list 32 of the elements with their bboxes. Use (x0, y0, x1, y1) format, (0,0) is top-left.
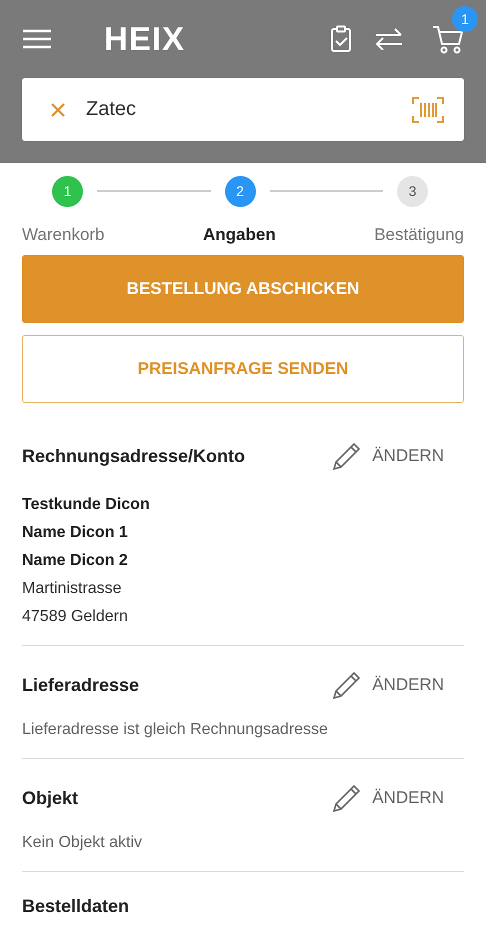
address-line: Martinistrasse (22, 579, 123, 599)
clipboard-check-icon[interactable] (330, 25, 352, 53)
pencil-icon[interactable] (332, 670, 362, 700)
edit-link[interactable]: ÄNDERN (372, 446, 444, 466)
address-line: 47589 Geldern (22, 607, 129, 627)
address-line: Name Dicon 2 (22, 551, 129, 571)
step-number: 1 (52, 176, 83, 206)
address-line: Testkunde Dicon (22, 495, 151, 515)
section-title: Objekt (22, 788, 80, 808)
step-number: 2 (224, 176, 256, 206)
section-title: Rechnungsadresse/Konto (22, 446, 246, 466)
section-title: Bestelldaten (22, 896, 130, 917)
pencil-icon[interactable] (332, 783, 362, 813)
address-line: Lieferadresse ist gleich Rechnungsadresse (22, 720, 329, 740)
edit-link[interactable]: ÄNDERN (372, 675, 444, 695)
clear-icon[interactable] (50, 102, 66, 118)
cart-icon[interactable] (432, 24, 464, 54)
edit-link[interactable]: ÄNDERN (372, 788, 444, 808)
search-field[interactable]: Zatec (22, 78, 464, 141)
menu-icon[interactable] (22, 28, 52, 50)
step-label[interactable]: Warenkorb (22, 225, 105, 245)
step-label[interactable]: Angaben (202, 225, 276, 245)
cart-count-badge: 1 (452, 6, 478, 32)
address-line: Kein Objekt aktiv (22, 833, 144, 853)
step-label[interactable]: Bestätigung (374, 225, 464, 245)
pencil-icon[interactable] (332, 441, 362, 471)
section-title: Lieferadresse (22, 674, 140, 696)
barcode-scan-icon[interactable] (412, 96, 444, 122)
address-line: Name Dicon 1 (22, 523, 129, 543)
step-number: 3 (397, 176, 428, 206)
logo[interactable]: HEIX (104, 20, 186, 58)
swap-arrows-icon[interactable] (374, 28, 404, 50)
